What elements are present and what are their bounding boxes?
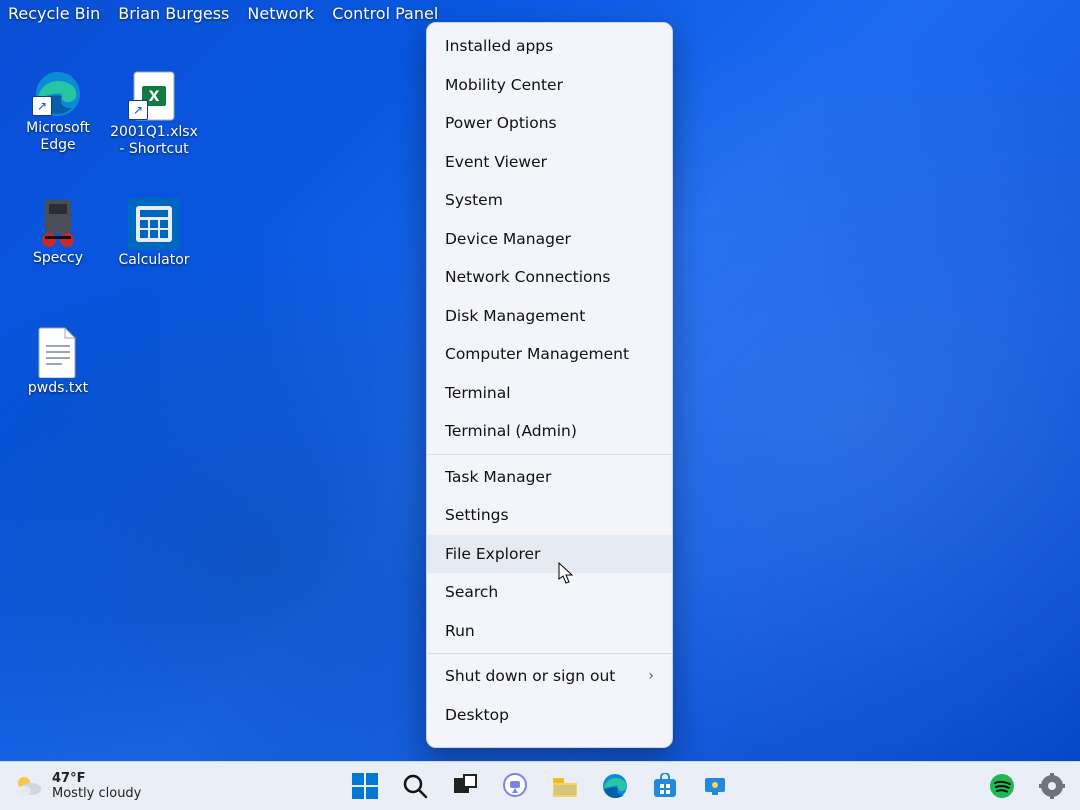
- store-icon: [652, 773, 678, 799]
- desktop-icon-label: Microsoft Edge: [12, 120, 104, 154]
- menu-item-shut-down-or-sign-out[interactable]: Shut down or sign out ›: [427, 657, 672, 696]
- menu-item-label: Event Viewer: [445, 153, 547, 171]
- menu-item-system[interactable]: System: [427, 181, 672, 220]
- taskbar-spotify-button[interactable]: [980, 764, 1024, 808]
- menu-item-label: Device Manager: [445, 230, 571, 248]
- taskbar-tips-button[interactable]: [693, 764, 737, 808]
- taskbar-right-tray: [980, 764, 1074, 808]
- menu-item-label: Installed apps: [445, 37, 553, 55]
- menu-item-label: Mobility Center: [445, 76, 563, 94]
- windows-logo-icon: [352, 773, 378, 799]
- menu-item-label: Task Manager: [445, 468, 551, 486]
- chevron-right-icon: ›: [648, 668, 654, 684]
- taskbar-pinned-apps: [343, 764, 737, 808]
- folder-icon: [551, 774, 579, 798]
- menu-item-label: Search: [445, 583, 498, 601]
- taskbar-search-button[interactable]: [393, 764, 437, 808]
- menu-item-label: Terminal (Admin): [445, 422, 577, 440]
- menu-item-task-manager[interactable]: Task Manager: [427, 458, 672, 497]
- menu-item-file-explorer[interactable]: File Explorer: [427, 535, 672, 574]
- menu-item-terminal-admin[interactable]: Terminal (Admin): [427, 412, 672, 451]
- menu-item-terminal[interactable]: Terminal: [427, 374, 672, 413]
- menu-item-search[interactable]: Search: [427, 573, 672, 612]
- desktop-icon-label: Calculator: [118, 252, 189, 286]
- menu-item-label: Disk Management: [445, 307, 585, 325]
- text-file-icon: [37, 326, 79, 378]
- desktop-icon-label: 2001Q1.xlsx - Shortcut: [108, 124, 200, 158]
- desktop-icon-pwds-txt[interactable]: pwds.txt: [12, 326, 104, 398]
- search-icon: [402, 773, 428, 799]
- weather-condition: Mostly cloudy: [52, 786, 141, 801]
- menu-item-label: Computer Management: [445, 345, 629, 363]
- desktop-label-recycle-bin[interactable]: Recycle Bin: [8, 4, 100, 23]
- desktop-label-network[interactable]: Network: [247, 4, 314, 23]
- menu-item-label: Settings: [445, 506, 509, 524]
- menu-item-mobility-center[interactable]: Mobility Center: [427, 66, 672, 105]
- taskbar-edge-button[interactable]: [593, 764, 637, 808]
- menu-item-label: Terminal: [445, 384, 511, 402]
- taskbar-start-button[interactable]: [343, 764, 387, 808]
- desktop-icon-label: Speccy: [33, 250, 83, 284]
- tips-icon: [702, 773, 728, 799]
- power-user-menu: Installed apps Mobility Center Power Optio…: [426, 22, 673, 748]
- menu-item-label: Network Connections: [445, 268, 610, 286]
- taskbar-weather-widget[interactable]: 47°F Mostly cloudy: [0, 771, 155, 801]
- menu-item-label: System: [445, 191, 503, 209]
- spotify-icon: [989, 773, 1015, 799]
- menu-item-label: File Explorer: [445, 545, 540, 563]
- speccy-icon: [35, 198, 81, 248]
- shortcut-arrow-icon: ↗: [128, 100, 148, 120]
- shortcut-arrow-icon: ↗: [32, 96, 52, 116]
- menu-item-device-manager[interactable]: Device Manager: [427, 220, 672, 259]
- weather-icon: [14, 772, 42, 800]
- edge-icon: [602, 773, 628, 799]
- taskbar-chat-button[interactable]: [493, 764, 537, 808]
- menu-item-installed-apps[interactable]: Installed apps: [427, 27, 672, 66]
- menu-item-network-connections[interactable]: Network Connections: [427, 258, 672, 297]
- menu-item-event-viewer[interactable]: Event Viewer: [427, 143, 672, 182]
- menu-item-label: Run: [445, 622, 475, 640]
- taskbar-settings-button[interactable]: [1030, 764, 1074, 808]
- menu-separator: [427, 653, 672, 654]
- desktop-icon-speccy[interactable]: Speccy: [12, 198, 104, 270]
- weather-temperature: 47°F: [52, 771, 141, 786]
- taskbar-store-button[interactable]: [643, 764, 687, 808]
- desktop-icon-excel-shortcut[interactable]: X ↗ 2001Q1.xlsx - Shortcut: [108, 70, 200, 142]
- chat-icon: [502, 773, 528, 799]
- menu-item-computer-management[interactable]: Computer Management: [427, 335, 672, 374]
- menu-item-disk-management[interactable]: Disk Management: [427, 297, 672, 336]
- desktop-icon-calculator[interactable]: Calculator: [108, 198, 200, 270]
- desktop-label-control-panel[interactable]: Control Panel: [332, 4, 438, 23]
- desktop-icon-edge[interactable]: ↗ Microsoft Edge: [12, 70, 104, 142]
- menu-item-run[interactable]: Run: [427, 612, 672, 651]
- task-view-icon: [452, 773, 478, 799]
- menu-item-label: Desktop: [445, 706, 509, 724]
- menu-item-label: Shut down or sign out: [445, 667, 615, 685]
- desktop-top-labels: Recycle Bin Brian Burgess Network Contro…: [8, 4, 438, 23]
- taskbar-file-explorer-button[interactable]: [543, 764, 587, 808]
- desktop-icon-label: pwds.txt: [28, 380, 88, 414]
- svg-text:X: X: [149, 89, 160, 105]
- calculator-icon: [128, 198, 180, 250]
- gear-icon: [1039, 773, 1065, 799]
- desktop-label-brian-burgess[interactable]: Brian Burgess: [118, 4, 229, 23]
- taskbar-task-view-button[interactable]: [443, 764, 487, 808]
- menu-item-settings[interactable]: Settings: [427, 496, 672, 535]
- menu-item-desktop[interactable]: Desktop: [427, 696, 672, 735]
- menu-separator: [427, 454, 672, 455]
- weather-text: 47°F Mostly cloudy: [52, 771, 141, 801]
- menu-item-label: Power Options: [445, 114, 557, 132]
- desktop[interactable]: Recycle Bin Brian Burgess Network Contro…: [0, 0, 1080, 761]
- taskbar: 47°F Mostly cloudy: [0, 761, 1080, 810]
- menu-item-power-options[interactable]: Power Options: [427, 104, 672, 143]
